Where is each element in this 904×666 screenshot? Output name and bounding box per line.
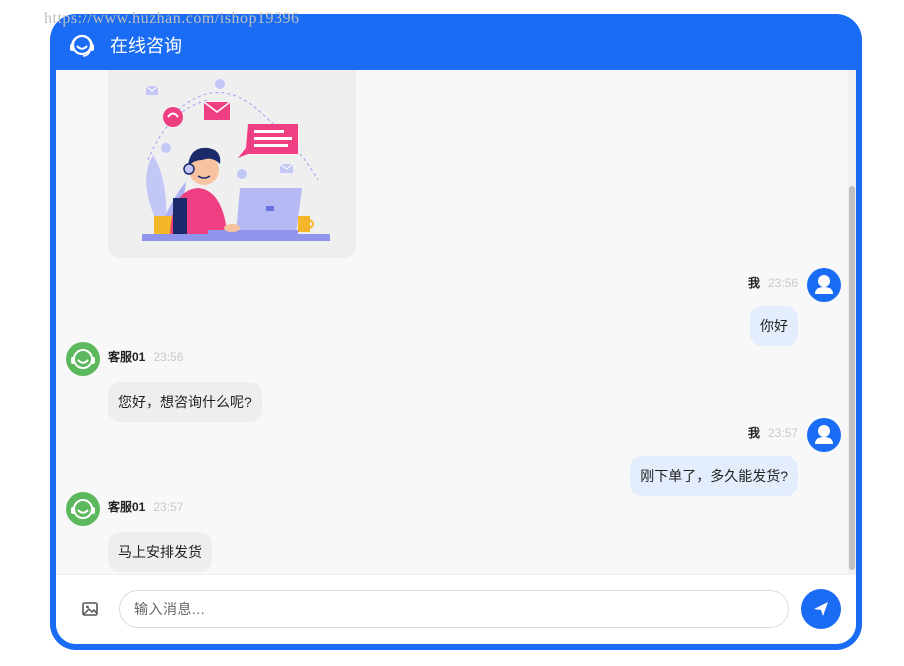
user-icon: [815, 425, 833, 444]
user-icon: [815, 275, 833, 294]
input-bar: [56, 574, 856, 644]
user-message-bubble: 你好: [750, 306, 798, 346]
headset-smile-icon: [71, 349, 95, 369]
image-icon: [82, 602, 98, 616]
sender-name: 客服01: [108, 350, 146, 364]
agent-avatar: [66, 342, 100, 376]
message-input[interactable]: [119, 590, 789, 628]
message-meta: 客服01 23:57: [108, 498, 183, 515]
image-upload-button[interactable]: [80, 599, 100, 619]
message-meta: 我 23:57: [748, 424, 798, 441]
sender-name: 客服01: [108, 500, 146, 514]
message-time: 23:57: [767, 426, 798, 440]
chat-body: 我 23:56 你好 客服01 23:56 您好，想咨询什么呢? 我 23:57…: [56, 70, 856, 644]
support-illustration[interactable]: [108, 70, 356, 258]
message-time: 23:56: [153, 350, 184, 364]
message-list[interactable]: 我 23:56 你好 客服01 23:56 您好，想咨询什么呢? 我 23:57…: [56, 70, 856, 574]
user-message-bubble: 刚下单了，多久能发货?: [630, 456, 798, 496]
message-meta: 我 23:56: [748, 274, 798, 291]
sender-name: 我: [747, 276, 760, 290]
message-meta: 客服01 23:56: [108, 348, 183, 365]
user-avatar: [807, 268, 841, 302]
send-icon: [814, 602, 828, 616]
headset-smile-icon: [71, 499, 95, 519]
agent-message-bubble: 马上安排发货: [108, 532, 212, 572]
sender-name: 我: [747, 426, 760, 440]
headset-smile-icon: [70, 34, 94, 57]
message-time: 23:57: [153, 500, 184, 514]
watermark: https://www.huzhan.com/ishop19396: [44, 10, 300, 27]
chat-title: 在线咨询: [110, 36, 182, 56]
message-scrollbar[interactable]: [848, 70, 856, 574]
send-button[interactable]: [801, 589, 841, 629]
chat-window: 在线咨询 我 23:56 你好 客服01 23:56 您好，想咨询什么呢? 我 …: [50, 14, 862, 650]
user-avatar: [807, 418, 841, 452]
customer-service-illustration: [142, 79, 330, 241]
agent-avatar: [66, 492, 100, 526]
scrollbar-thumb[interactable]: [849, 186, 855, 570]
message-time: 23:56: [767, 276, 798, 290]
agent-message-bubble: 您好，想咨询什么呢?: [108, 382, 262, 422]
